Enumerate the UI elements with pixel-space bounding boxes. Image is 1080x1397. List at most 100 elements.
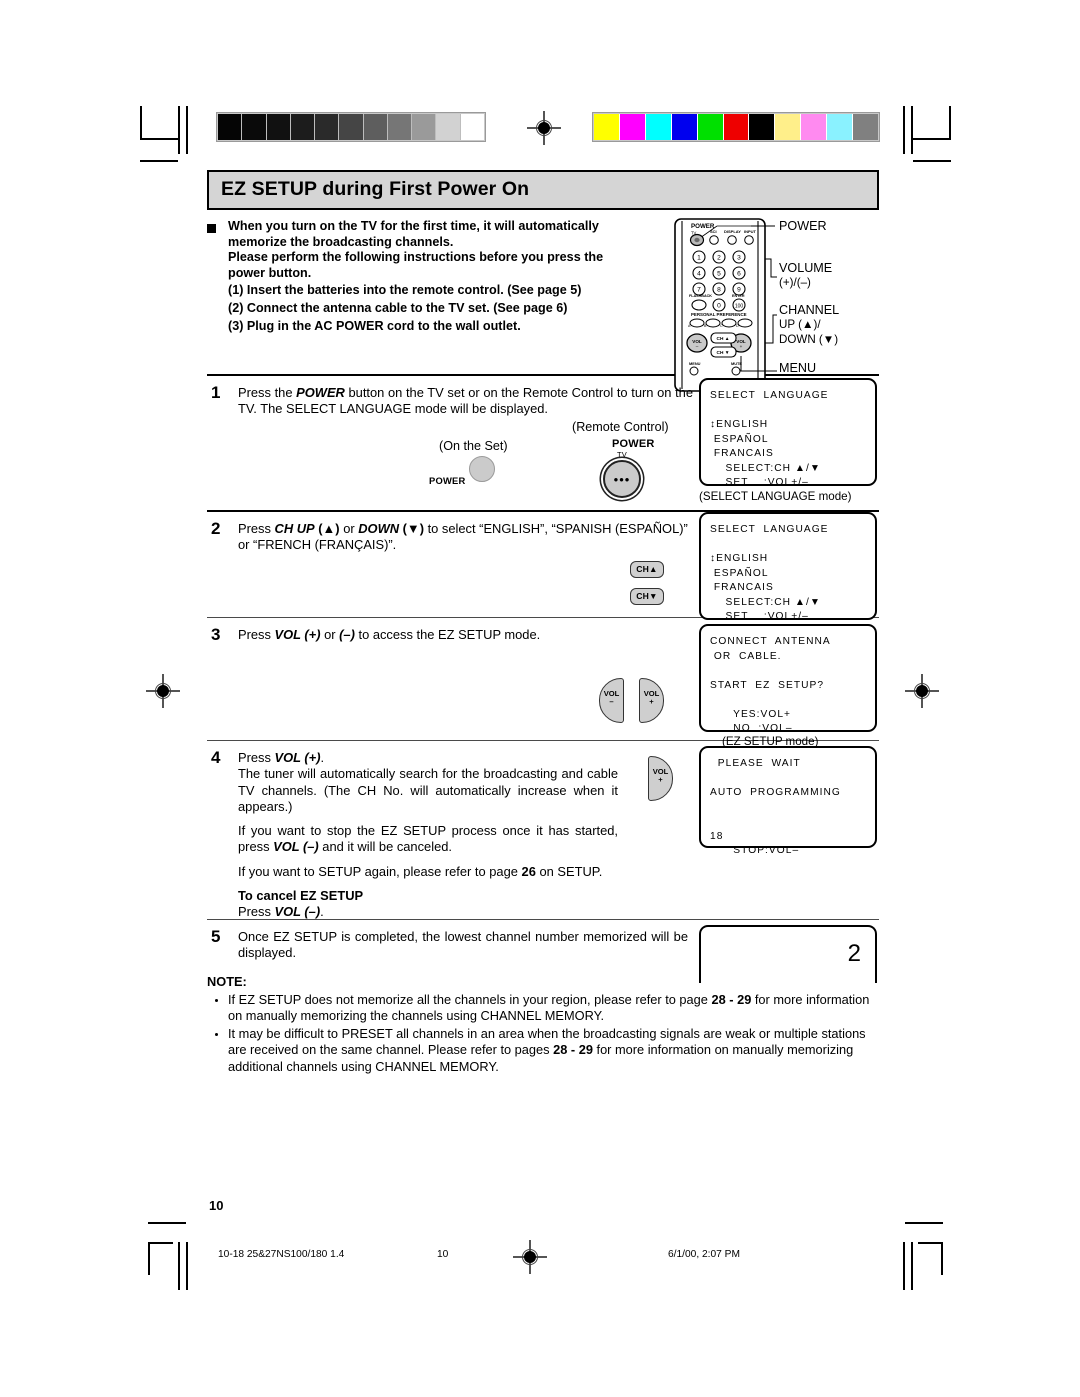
- color-swatch: [645, 114, 672, 140]
- lcd2-line-0: SELECT LANGUAGE: [710, 524, 829, 535]
- lcd-select-language-1: SELECT LANGUAGE ↕ENGLISH ESPAÑOL FRANCAI…: [699, 378, 877, 488]
- svg-text:PERSONAL PREFERENCE: PERSONAL PREFERENCE: [691, 312, 747, 317]
- lcd3-line-3: START EZ SETUP?: [710, 679, 825, 691]
- intro-line-1: When you turn on the TV for the first ti…: [228, 219, 599, 233]
- color-swatch: [697, 114, 724, 140]
- caption-remote-control: (Remote Control): [572, 420, 669, 434]
- grayscale-swatch: [387, 114, 413, 140]
- label-channel-down: DOWN (▼): [779, 333, 839, 346]
- grayscale-swatch: [460, 114, 484, 140]
- footer-page: 10: [437, 1249, 449, 1260]
- svg-text:0: 0: [717, 302, 721, 309]
- color-swatch: [594, 114, 620, 140]
- crop-mark-bottom-left-corner-v: [148, 1242, 150, 1275]
- ch-up-button[interactable]: CH▲: [630, 561, 664, 578]
- svg-text:CH ▲: CH ▲: [716, 336, 729, 342]
- lcd4-line-3: [710, 801, 866, 816]
- lcd2-line-3: ESPAÑOL: [710, 567, 769, 579]
- svg-text:ENTER: ENTER: [732, 294, 745, 298]
- tv-set-power-button[interactable]: [469, 456, 495, 482]
- svg-text:–: –: [696, 344, 699, 349]
- crop-mark-bottom-right-corner-h: [918, 1242, 943, 1244]
- svg-text:2: 2: [717, 254, 721, 261]
- grayscale-calibration-bar: [216, 112, 486, 142]
- crop-mark-top-left-v2: [186, 106, 188, 154]
- svg-text:100: 100: [735, 303, 744, 309]
- step-3: 3 Press VOL (+) or (–) to access the EZ …: [207, 618, 879, 748]
- caption-on-the-set: (On the Set): [439, 439, 508, 453]
- crop-mark-top-left-h2: [140, 160, 178, 162]
- grayscale-swatch: [339, 114, 364, 140]
- registration-target-left: [146, 674, 180, 708]
- intro-line-2: memorize the broadcasting channels.: [228, 234, 454, 249]
- lcd-channel-result: 2: [699, 925, 877, 983]
- lcd-caption-select-language: (SELECT LANGUAGE mode): [699, 490, 852, 503]
- color-calibration-bar: [592, 112, 880, 142]
- svg-text:9: 9: [737, 286, 741, 293]
- lcd4-line-0: PLEASE WAIT: [710, 758, 801, 769]
- intro-line-4: power button.: [228, 265, 312, 280]
- color-swatch: [801, 114, 828, 140]
- lcd4-line-6: STOP:VOL–: [710, 845, 800, 856]
- color-swatch: [827, 114, 854, 140]
- label-power: POWER: [779, 219, 827, 233]
- grayscale-swatch: [436, 114, 461, 140]
- lcd3-line-2: [710, 664, 866, 679]
- svg-text:CH ▼: CH ▼: [716, 350, 729, 356]
- grayscale-swatch: [412, 114, 437, 140]
- ch-down-button[interactable]: CH▼: [630, 588, 664, 605]
- lcd1-line-6: SET :VOL+/–: [710, 477, 809, 488]
- lcd1-line-1: [710, 404, 866, 419]
- footer-filename: 10-18 25&27NS100/180 1.4: [218, 1249, 345, 1260]
- step-1-text: Press the POWER button on the TV set or …: [238, 385, 693, 417]
- lcd2-line-1: [710, 538, 866, 553]
- step4-vol-plus-sign: +: [658, 775, 663, 784]
- grayscale-swatch: [315, 114, 340, 140]
- svg-text:INPUT: INPUT: [744, 229, 757, 234]
- step4-vol-plus-button[interactable]: VOL +: [648, 756, 673, 801]
- svg-text:1: 1: [697, 254, 701, 261]
- step-2-number: 2: [211, 519, 221, 538]
- svg-text:5: 5: [717, 270, 721, 277]
- svg-text:C: C: [720, 324, 723, 328]
- lcd3-line-4: [710, 693, 866, 708]
- vol-minus-button[interactable]: VOL –: [599, 678, 624, 723]
- lcd4-line-5: 18: [710, 830, 724, 842]
- lcd3-line-1: OR CABLE.: [710, 650, 782, 662]
- lcd2-line-5: SELECT:CH ▲/▼: [710, 596, 822, 608]
- remote-power-button[interactable]: •••: [603, 460, 641, 498]
- crop-mark-bottom-right-h: [905, 1222, 943, 1224]
- remote-power-dots-icon: •••: [613, 472, 631, 487]
- bullet-dot-icon: [215, 999, 219, 1003]
- grayscale-swatch: [218, 114, 243, 140]
- lcd1-line-3: ESPAÑOL: [710, 433, 769, 445]
- vol-minus-sign: –: [609, 697, 614, 706]
- grayscale-swatch: [363, 114, 388, 140]
- lcd4-line-1: [710, 772, 866, 787]
- crop-mark-bottom-right-v: [903, 1242, 905, 1290]
- square-bullet-icon: [207, 224, 216, 233]
- grayscale-swatch: [290, 114, 316, 140]
- crop-mark-top-left-h: [140, 138, 178, 140]
- crop-mark-bottom-left-v2: [186, 1242, 188, 1290]
- intro-section: When you turn on the TV for the first ti…: [207, 218, 879, 392]
- registration-target-top: [527, 111, 561, 145]
- color-swatch: [853, 114, 878, 140]
- note-item: If EZ SETUP does not memorize all the ch…: [207, 992, 879, 1025]
- lcd1-line-5: SELECT:CH ▲/▼: [710, 462, 822, 474]
- color-swatch: [723, 114, 750, 140]
- lcd4-line-4: [710, 815, 866, 830]
- note-item: It may be difficult to PRESET all channe…: [207, 1026, 879, 1075]
- lcd3-line-5: YES:VOL+: [710, 708, 792, 720]
- vol-plus-button[interactable]: VOL +: [639, 678, 664, 723]
- crop-mark-bottom-left-v: [178, 1242, 180, 1290]
- svg-text:DISPLAY: DISPLAY: [724, 229, 741, 234]
- svg-text:7: 7: [697, 286, 701, 293]
- page-content: EZ SETUP during First Power On When you …: [207, 170, 879, 1076]
- crop-mark-top-left-corner-v: [140, 106, 142, 139]
- step-2: 2 Press CH UP (▲) or DOWN (▼) to select …: [207, 512, 879, 622]
- step-1-number: 1: [211, 383, 221, 402]
- remote-control-svg: POWER TV SCI DISPLAY INPUT 1 2 3 4 5 6 7…: [674, 218, 777, 392]
- label-volume: VOLUME: [779, 261, 833, 275]
- grayscale-swatch: [266, 114, 291, 140]
